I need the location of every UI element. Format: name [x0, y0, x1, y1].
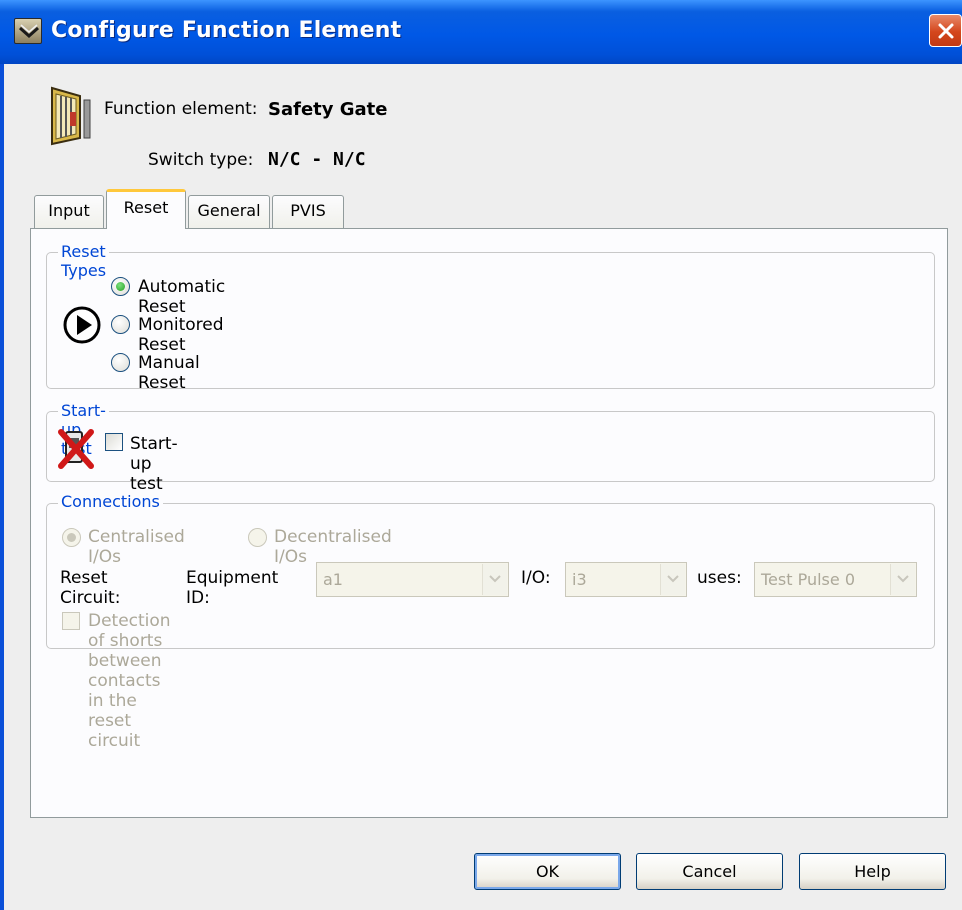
- equipment-id-label: Equipment ID:: [186, 568, 279, 608]
- chevron-down-icon: [897, 575, 909, 583]
- ok-button[interactable]: OK: [474, 853, 621, 890]
- equipment-id-dropdown-button[interactable]: [482, 564, 507, 595]
- centralised-ios-label: Centralised I/Os: [88, 527, 185, 567]
- uses-dropdown-button[interactable]: [890, 564, 915, 595]
- chevron-down-icon: [667, 575, 679, 583]
- tab-general[interactable]: General: [188, 195, 270, 229]
- reset-circuit-label: Reset Circuit:: [60, 568, 121, 608]
- decentralised-ios-label: Decentralised I/Os: [274, 527, 392, 567]
- function-element-value: Safety Gate: [268, 99, 388, 120]
- title-bar[interactable]: Configure Function Element: [0, 0, 962, 64]
- manual-reset-label: Manual Reset: [138, 353, 200, 393]
- io-label: I/O:: [521, 568, 551, 588]
- close-icon: [938, 23, 954, 39]
- uses-value: Test Pulse 0: [761, 570, 855, 589]
- tab-pvis[interactable]: PVIS: [272, 195, 344, 229]
- equipment-id-value: a1: [323, 570, 343, 589]
- monitored-reset-label: Monitored Reset: [138, 315, 224, 355]
- equipment-id-select[interactable]: a1: [316, 562, 509, 597]
- switch-type-value: N/C - N/C: [268, 149, 366, 170]
- tab-input[interactable]: Input: [34, 195, 104, 229]
- cancel-button[interactable]: Cancel: [636, 853, 783, 890]
- app-icon: [14, 18, 42, 44]
- startup-test-group: [46, 411, 935, 482]
- safety-gate-icon: [51, 86, 91, 146]
- chevron-down-icon: [489, 575, 501, 583]
- shorts-detection-label: Detection of shorts between contacts in …: [88, 611, 171, 751]
- dialog-window: Configure Function Element Function elem…: [0, 0, 962, 910]
- connections-title: Connections: [58, 492, 163, 511]
- uses-label: uses:: [697, 568, 742, 588]
- automatic-reset-label: Automatic Reset: [138, 277, 226, 317]
- close-button[interactable]: [929, 14, 962, 47]
- monitored-reset-radio[interactable]: [111, 315, 130, 334]
- switch-type-label: Switch type:: [148, 150, 254, 170]
- crossed-out-icon: [58, 429, 94, 469]
- centralised-ios-radio[interactable]: [62, 528, 81, 547]
- io-value: i3: [572, 570, 587, 589]
- shorts-detection-checkbox[interactable]: [62, 612, 80, 630]
- startup-test-label: Start-up test: [130, 434, 178, 494]
- tab-reset[interactable]: Reset: [106, 189, 186, 229]
- window-title: Configure Function Element: [51, 18, 402, 43]
- io-dropdown-button[interactable]: [660, 564, 685, 595]
- help-button[interactable]: Help: [799, 853, 946, 890]
- play-icon: [63, 306, 101, 344]
- reset-types-title: Reset Types: [58, 242, 110, 280]
- function-element-label: Function element:: [104, 99, 258, 119]
- automatic-reset-radio[interactable]: [111, 277, 130, 296]
- uses-select[interactable]: Test Pulse 0: [754, 562, 917, 597]
- startup-test-checkbox[interactable]: [105, 433, 123, 451]
- io-select[interactable]: i3: [565, 562, 687, 597]
- decentralised-ios-radio[interactable]: [248, 528, 267, 547]
- manual-reset-radio[interactable]: [111, 353, 130, 372]
